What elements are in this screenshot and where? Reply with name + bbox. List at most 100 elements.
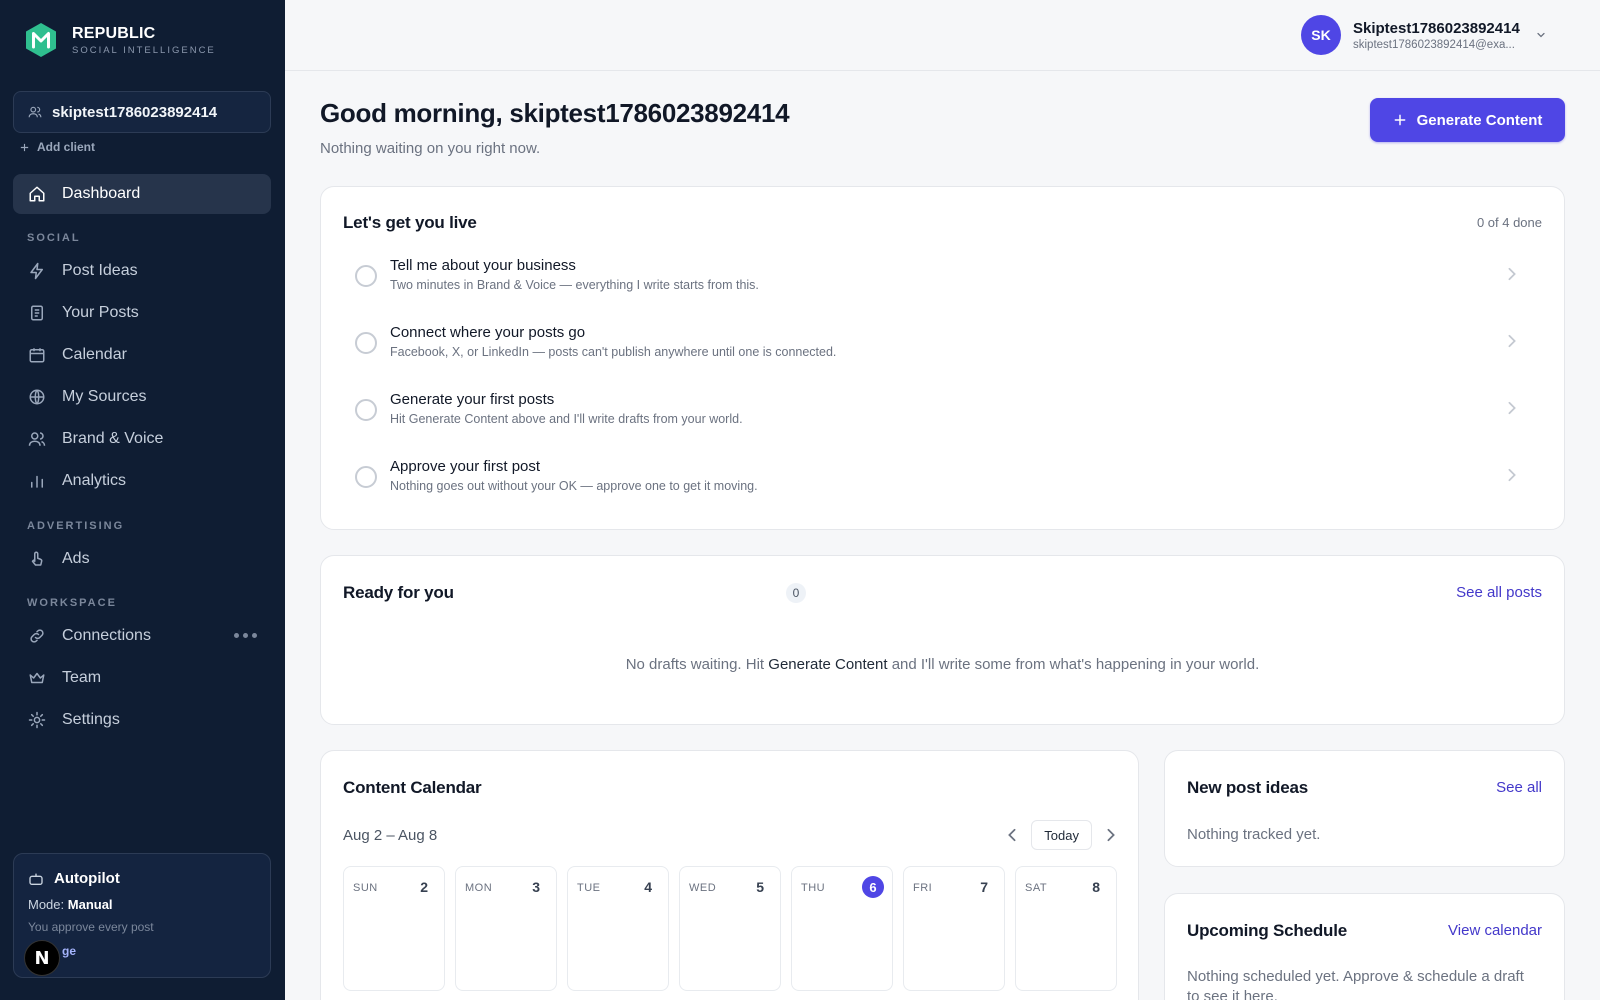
logo[interactable]: REPUBLIC SOCIAL INTELLIGENCE [24, 22, 216, 58]
day-of-week: FRI [913, 882, 933, 894]
people-icon [28, 432, 46, 446]
empty-text: No drafts waiting. Hit [625, 656, 769, 673]
add-client-button[interactable]: Add client [19, 140, 95, 154]
client-selector[interactable]: skiptest1786023892414 [13, 91, 271, 133]
sidebar-item-post-ideas[interactable]: Post Ideas [13, 251, 271, 291]
chevron-right-icon [1508, 401, 1516, 415]
calendar-day[interactable]: SUN 2 [343, 866, 445, 991]
loading-dots-icon [234, 633, 257, 638]
client-name: skiptest1786023892414 [52, 103, 218, 121]
calendar-day[interactable]: TUE 4 [567, 866, 669, 991]
avatar: SK [1301, 15, 1341, 55]
day-number: 3 [532, 879, 540, 895]
checklist-item[interactable]: Connect where your posts go Facebook, X,… [343, 320, 1523, 370]
day-of-week: WED [689, 882, 717, 894]
sidebar-item-label: Ads [62, 550, 90, 567]
task-description: Nothing goes out without your OK — appro… [390, 479, 758, 493]
generate-content-inline-link[interactable]: Generate Content [768, 656, 887, 673]
dev-tools-badge[interactable]: N [24, 940, 60, 976]
nav-section-social: SOCIAL [27, 232, 81, 244]
today-button[interactable]: Today [1031, 820, 1092, 850]
sun-gear-icon [28, 711, 46, 729]
task-title: Connect where your posts go [390, 324, 586, 341]
generate-content-label: Generate Content [1416, 111, 1543, 129]
day-number: 2 [420, 879, 428, 895]
calendar-day[interactable]: MON 3 [455, 866, 557, 991]
see-all-ideas-link[interactable]: See all [1496, 779, 1542, 796]
sidebar-item-settings[interactable]: Settings [13, 700, 271, 740]
sidebar-item-your-posts[interactable]: Your Posts [13, 293, 271, 333]
autopilot-change-link[interactable]: ge [28, 944, 256, 958]
document-icon [31, 305, 43, 321]
ready-for-you-card: Ready for you 0 See all posts No drafts … [320, 555, 1565, 725]
calendar-day[interactable]: SAT 8 [1015, 866, 1117, 991]
autopilot-mode-value: Manual [67, 897, 113, 912]
ready-title: Ready for you [343, 583, 454, 602]
empty-text: and I'll write some from what's happenin… [887, 656, 1260, 673]
view-calendar-link[interactable]: View calendar [1448, 922, 1542, 939]
sidebar-item-connections[interactable]: Connections [13, 616, 271, 656]
globe-icon [29, 389, 45, 405]
sidebar-item-calendar[interactable]: Calendar [13, 335, 271, 375]
task-description: Facebook, X, or LinkedIn — posts can't p… [390, 345, 837, 359]
sidebar: REPUBLIC SOCIAL INTELLIGENCE skiptest178… [0, 0, 285, 1000]
chevron-left-icon[interactable] [1007, 828, 1017, 842]
republic-logo-icon [26, 23, 56, 57]
user-menu[interactable]: SK Skiptest1786023892414 skiptest1786023… [1301, 15, 1545, 55]
sidebar-item-analytics[interactable]: Analytics [13, 461, 271, 501]
calendar-day[interactable]: FRI 7 [903, 866, 1005, 991]
generate-content-button[interactable]: Generate Content [1370, 98, 1565, 142]
sidebar-item-label: Analytics [62, 472, 127, 489]
brand-name: REPUBLIC [72, 24, 156, 42]
sidebar-item-my-sources[interactable]: My Sources [13, 377, 271, 417]
brand-tagline: SOCIAL INTELLIGENCE [72, 44, 216, 56]
date-range: Aug 2 – Aug 8 [343, 827, 438, 844]
sidebar-item-team[interactable]: Team [13, 658, 271, 698]
day-of-week: SAT [1025, 882, 1048, 894]
topbar: SK Skiptest1786023892414 skiptest1786023… [285, 0, 1600, 71]
robot-icon [29, 873, 43, 885]
sidebar-item-label: Calendar [62, 346, 127, 363]
crown-icon [29, 672, 45, 684]
checkbox-circle-icon [355, 265, 377, 287]
sidebar-item-label: Settings [62, 711, 120, 728]
checklist-item[interactable]: Generate your first posts Hit Generate C… [343, 387, 1523, 437]
autopilot-mode: Mode: Manual [28, 897, 256, 912]
new-ideas-empty: Nothing tracked yet. [1187, 826, 1321, 843]
checkbox-circle-icon [355, 466, 377, 488]
calendar-day-today[interactable]: THU 6 [791, 866, 893, 991]
task-description: Two minutes in Brand & Voice — everythin… [390, 278, 759, 292]
upcoming-title: Upcoming Schedule [1187, 921, 1348, 940]
checklist-item[interactable]: Tell me about your business Two minutes … [343, 253, 1523, 303]
empty-state: No drafts waiting. Hit Generate Content … [321, 656, 1564, 673]
upcoming-schedule-card: Upcoming Schedule View calendar Nothing … [1164, 893, 1565, 1000]
autopilot-title: Autopilot [54, 870, 120, 887]
pointer-icon [31, 551, 43, 566]
users-icon [28, 106, 42, 118]
day-number-today: 6 [862, 876, 884, 898]
see-all-posts-link[interactable]: See all posts [1456, 584, 1542, 601]
user-name: Skiptest1786023892414 [1353, 19, 1520, 37]
task-title: Tell me about your business [390, 257, 576, 274]
sidebar-item-ads[interactable]: Ads [13, 539, 271, 579]
sidebar-item-brand-voice[interactable]: Brand & Voice [13, 419, 271, 459]
day-of-week: THU [801, 882, 826, 894]
sidebar-item-label: My Sources [62, 388, 147, 405]
calendar-day[interactable]: WED 5 [679, 866, 781, 991]
calendar-nav: Today [1007, 820, 1116, 850]
autopilot-description: You approve every post [28, 920, 154, 934]
checklist-item[interactable]: Approve your first post Nothing goes out… [343, 454, 1523, 504]
chevron-right-icon[interactable] [1106, 828, 1116, 842]
add-client-label: Add client [37, 140, 96, 154]
home-icon [29, 186, 45, 202]
autopilot-mode-label: Mode: [28, 897, 65, 912]
sidebar-item-dashboard[interactable]: Dashboard [13, 174, 271, 214]
day-of-week: MON [465, 882, 493, 894]
sidebar-item-label: Connections [62, 627, 151, 644]
task-title: Approve your first post [390, 458, 541, 475]
chevron-right-icon [1508, 267, 1516, 281]
sidebar-item-label: Post Ideas [62, 262, 138, 279]
new-ideas-title: New post ideas [1187, 778, 1308, 797]
user-email: skiptest1786023892414@exa... [1353, 38, 1515, 51]
page-title: Good morning, skiptest1786023892414 [320, 98, 790, 128]
